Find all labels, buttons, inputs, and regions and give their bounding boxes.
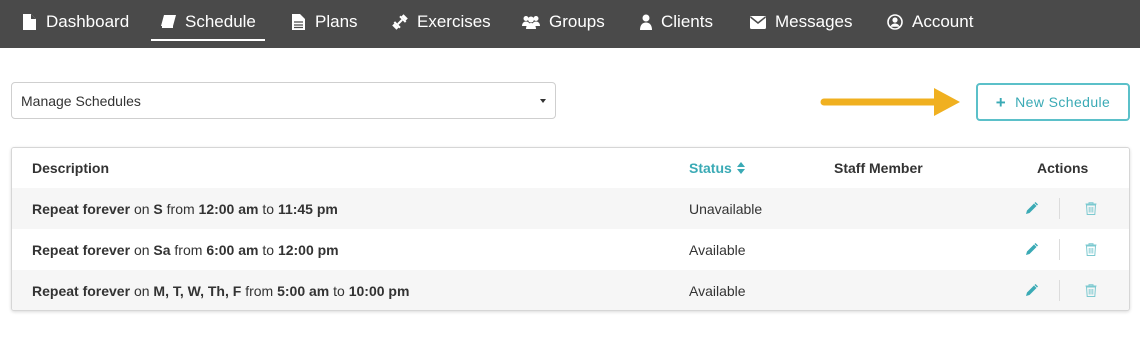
end-time: 11:45 pm <box>277 200 338 217</box>
table-row: Repeat forever on S from 12:00 am to 11:… <box>12 188 1129 229</box>
header-actions: Actions <box>1037 160 1089 176</box>
to-text: to <box>262 241 275 258</box>
header-status-label: Status <box>689 160 732 176</box>
to-text: to <box>262 200 275 217</box>
repeat-text: Repeat forever <box>32 200 131 217</box>
schedules-table: Description Status Staff Member Actions … <box>11 147 1130 311</box>
manage-schedules-select[interactable]: Manage Schedules <box>11 82 556 119</box>
end-time: 10:00 pm <box>348 282 410 299</box>
new-schedule-label: New Schedule <box>1015 94 1111 110</box>
new-schedule-button[interactable]: + New Schedule <box>976 83 1130 121</box>
nav-label: Plans <box>315 12 358 31</box>
nav-label: Account <box>912 12 974 31</box>
nav-item-groups[interactable]: Groups <box>522 0 605 44</box>
document-icon <box>290 14 306 30</box>
envelope-icon <box>750 14 766 30</box>
start-time: 5:00 am <box>277 282 330 299</box>
dumbbell-icon <box>392 14 408 30</box>
status-cell: Unavailable <box>689 200 763 217</box>
nav-label: Schedule <box>185 12 256 31</box>
header-status[interactable]: Status <box>689 148 745 188</box>
caret-down-icon <box>540 99 546 103</box>
from-text: from <box>174 241 203 258</box>
to-text: to <box>333 282 345 299</box>
trash-icon[interactable] <box>1083 241 1099 257</box>
nav-item-dashboard[interactable]: Dashboard <box>21 0 129 44</box>
user-circle-icon <box>887 14 903 30</box>
nav-item-account[interactable]: Account <box>887 0 973 44</box>
days-text: Sa <box>153 241 171 258</box>
status-cell: Available <box>689 241 746 258</box>
nav-item-messages[interactable]: Messages <box>750 0 852 44</box>
repeat-text: Repeat forever <box>32 241 131 258</box>
days-text: S <box>153 200 163 217</box>
plus-icon: + <box>995 92 1007 112</box>
from-text: from <box>166 200 195 217</box>
start-time: 6:00 am <box>206 241 259 258</box>
end-time: 12:00 pm <box>277 241 339 258</box>
trash-icon[interactable] <box>1083 200 1099 216</box>
description-cell: Repeat forever on M, T, W, Th, F from 5:… <box>32 270 410 310</box>
nav-label: Clients <box>661 12 713 31</box>
nav-item-clients[interactable]: Clients <box>640 0 713 44</box>
top-nav: Dashboard Schedule Plans Exercises Group… <box>0 0 1140 48</box>
arrow-right-icon <box>820 88 960 116</box>
nav-item-schedule[interactable]: Schedule <box>151 0 265 44</box>
on-text: on <box>133 200 150 217</box>
on-text: on <box>133 241 150 258</box>
action-divider <box>1059 239 1060 260</box>
start-time: 12:00 am <box>198 200 259 217</box>
users-icon <box>522 14 540 30</box>
header-staff-member: Staff Member <box>834 160 923 176</box>
table-row: Repeat forever on M, T, W, Th, F from 5:… <box>12 270 1129 310</box>
edit-icon[interactable] <box>1023 241 1039 257</box>
nav-item-exercises[interactable]: Exercises <box>392 0 491 44</box>
nav-label: Messages <box>775 12 853 31</box>
nav-label: Groups <box>549 12 605 31</box>
edit-icon[interactable] <box>1023 282 1039 298</box>
table-header: Description Status Staff Member Actions <box>12 148 1129 188</box>
on-text: on <box>133 282 150 299</box>
nav-label: Dashboard <box>46 12 130 31</box>
edit-icon[interactable] <box>1023 200 1039 216</box>
file-icon <box>21 14 37 30</box>
nav-label: Exercises <box>417 12 491 31</box>
action-divider <box>1059 198 1060 219</box>
repeat-text: Repeat forever <box>32 282 131 299</box>
trash-icon[interactable] <box>1083 282 1099 298</box>
days-text: M, T, W, Th, F <box>153 282 242 299</box>
select-value: Manage Schedules <box>21 92 141 109</box>
from-text: from <box>245 282 274 299</box>
nav-item-plans[interactable]: Plans <box>290 0 358 44</box>
sort-icon <box>736 162 745 174</box>
table-row: Repeat forever on Sa from 6:00 am to 12:… <box>12 229 1129 270</box>
user-icon <box>640 14 652 30</box>
action-divider <box>1059 280 1060 301</box>
book-icon <box>160 14 176 30</box>
header-description: Description <box>32 160 110 176</box>
description-cell: Repeat forever on Sa from 6:00 am to 12:… <box>32 229 339 270</box>
status-cell: Available <box>689 282 746 299</box>
description-cell: Repeat forever on S from 12:00 am to 11:… <box>32 188 338 229</box>
